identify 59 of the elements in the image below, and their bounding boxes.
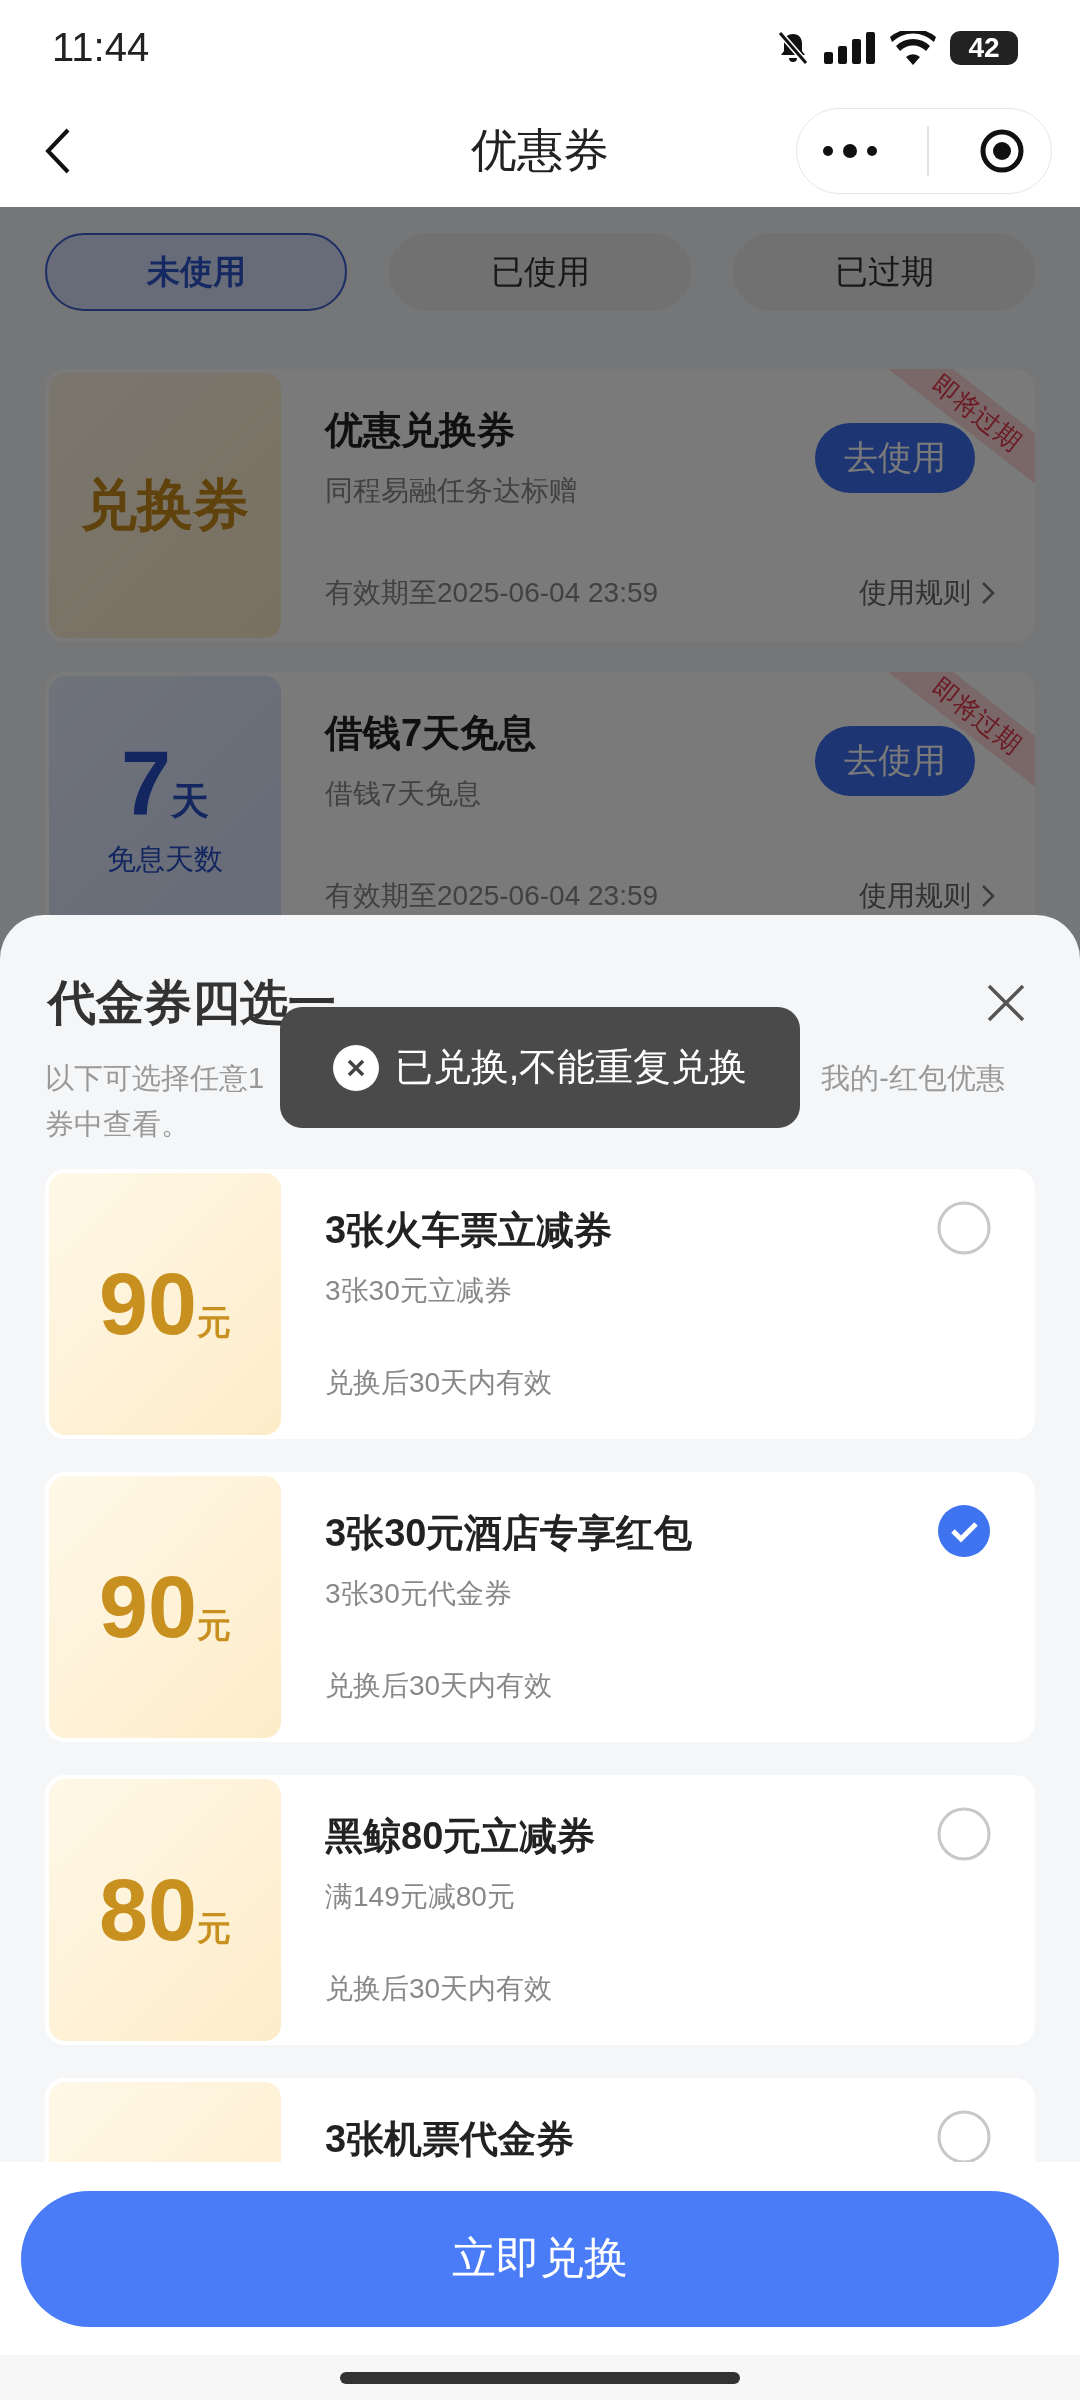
days-value: 7 <box>120 737 172 828</box>
signal-icon <box>824 31 876 64</box>
amount-unit: 元 <box>196 1908 231 1949</box>
validity-text: 兑换后30天内有效 <box>325 1669 554 1703</box>
sheet-title: 代金券四选一 <box>48 975 336 1031</box>
amount-unit: 元 <box>196 1605 231 1646</box>
close-icon[interactable] <box>986 983 1026 1023</box>
use-button[interactable]: 去使用 <box>815 423 975 493</box>
tab[interactable]: 已使用 <box>389 233 691 311</box>
voucher-title: 3张30元酒店专享红包 <box>325 1511 694 1556</box>
bell-muted-icon <box>776 29 810 66</box>
coupon-subtitle: 借钱7天免息 <box>325 777 482 811</box>
amount-value: 80 <box>99 1866 197 1954</box>
validity-text: 兑换后30天内有效 <box>325 1972 554 2006</box>
rules-link[interactable]: 使用规则 <box>859 574 971 612</box>
coupon-title: 借钱7天免息 <box>325 711 537 756</box>
checked-radio-icon[interactable] <box>937 1504 991 1558</box>
validity-text: 有效期至2025-06-04 23:59 <box>325 879 660 913</box>
voucher-subtitle: 3张30元代金券 <box>325 1577 513 1611</box>
coupon-subtitle: 同程易融任务达标赠 <box>325 474 577 508</box>
voucher-option[interactable]: 80元 黑鲸80元立减券 满149元减80元 兑换后30天内有效 <box>45 1775 1035 2045</box>
voucher-title: 3张火车票立减券 <box>325 1208 614 1253</box>
tab[interactable]: 已过期 <box>733 233 1035 311</box>
sheet-description: 以下可选择任意1 <box>45 1061 265 1096</box>
toast-message: 已兑换,不能重复兑换 <box>394 1045 748 1090</box>
validity-text: 兑换后30天内有效 <box>325 1366 554 1400</box>
battery-indicator: 42 <box>950 30 1018 65</box>
radio-icon[interactable] <box>937 1807 991 1861</box>
wifi-icon <box>890 30 936 65</box>
voucher-option[interactable]: 3张机票代金券 <box>45 2078 1035 2162</box>
amount-value: 90 <box>99 1563 197 1651</box>
chevron-icon <box>981 581 995 605</box>
voucher-title: 3张机票代金券 <box>325 2117 576 2162</box>
voucher-option[interactable]: 90元 3张30元酒店专享红包 3张30元代金券 兑换后30天内有效 <box>45 1472 1035 1742</box>
more-icon[interactable] <box>821 143 878 159</box>
coupon-type: 兑换券 <box>81 471 249 538</box>
voucher-subtitle: 3张30元立减券 <box>325 1274 513 1308</box>
status-time: 11:44 <box>52 25 150 70</box>
error-icon <box>332 1044 379 1091</box>
voucher-subtitle: 满149元减80元 <box>325 1880 516 1914</box>
voucher-option[interactable]: 90元 3张火车票立减券 3张30元立减券 兑换后30天内有效 <box>45 1169 1035 1439</box>
days-caption: 免息天数 <box>107 841 223 877</box>
days-unit: 天 <box>171 778 210 824</box>
use-button[interactable]: 去使用 <box>815 726 975 796</box>
amount-value: 90 <box>99 1260 197 1348</box>
radio-icon[interactable] <box>937 2110 991 2162</box>
redeem-button[interactable]: 立即兑换 <box>21 2190 1059 2327</box>
validity-text: 有效期至2025-06-04 23:59 <box>325 576 660 610</box>
back-icon[interactable] <box>44 127 72 175</box>
sheet-description: 券中查看。 <box>45 1107 190 1142</box>
coupon-title: 优惠兑换券 <box>325 408 516 453</box>
amount-unit: 元 <box>196 1302 231 1343</box>
tab[interactable]: 未使用 <box>45 233 347 311</box>
radio-icon[interactable] <box>937 1201 991 1255</box>
page-title: 优惠券 <box>471 123 609 178</box>
sheet-description: 我的-红包优惠 <box>821 1061 1005 1096</box>
chevron-icon <box>981 884 995 908</box>
rules-link[interactable]: 使用规则 <box>859 877 971 915</box>
voucher-title: 黑鲸80元立减券 <box>325 1814 597 1859</box>
